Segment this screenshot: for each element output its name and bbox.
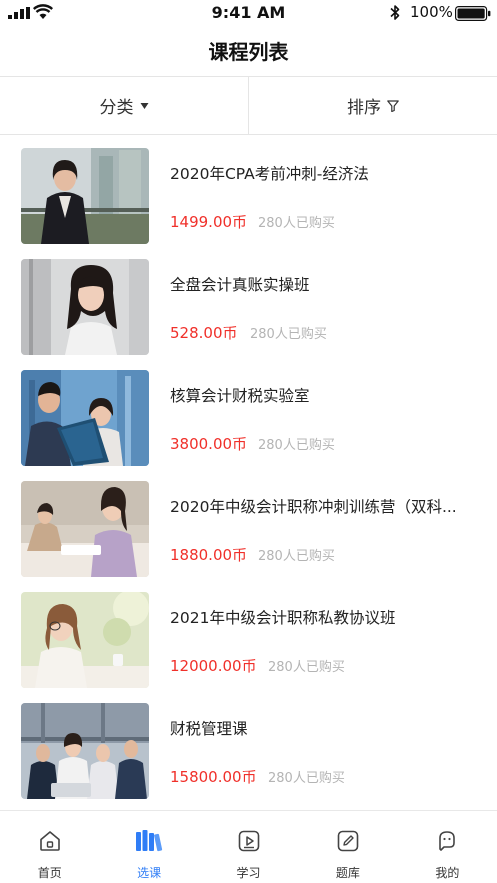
course-thumbnail bbox=[21, 703, 149, 799]
tab-profile-label: 我的 bbox=[435, 866, 460, 880]
course-buyers: 280人已购买 bbox=[250, 327, 327, 342]
course-item[interactable]: 全盘会计真账实操班 528.00币 280人已购买 bbox=[0, 259, 497, 370]
play-icon bbox=[237, 827, 261, 855]
course-price: 528.00币 bbox=[170, 324, 238, 342]
home-icon bbox=[38, 827, 62, 855]
course-buyers: 280人已购买 bbox=[268, 771, 345, 786]
course-title: 2020年CPA考前冲刺-经济法 bbox=[170, 165, 369, 183]
course-title: 财税管理课 bbox=[170, 720, 248, 738]
course-thumbnail bbox=[21, 592, 149, 688]
course-title: 2021年中级会计职称私教协议班 bbox=[170, 609, 396, 627]
edit-icon bbox=[336, 827, 360, 855]
battery-percent: 100% bbox=[410, 3, 453, 21]
profile-icon bbox=[435, 827, 459, 855]
course-buyers: 280人已购买 bbox=[258, 438, 335, 453]
page-title: 课程列表 bbox=[208, 40, 289, 64]
bluetooth-icon bbox=[390, 5, 400, 20]
tab-courses-label: 选课 bbox=[137, 866, 162, 880]
tab-bar: 首页 选课 学习 题库 我的 bbox=[0, 810, 497, 883]
course-price: 12000.00币 bbox=[170, 657, 257, 675]
course-list: 2020年CPA考前冲刺-经济法 1499.00币 280人已购买 全盘会计真账… bbox=[0, 148, 497, 814]
category-filter[interactable]: 分类 bbox=[0, 77, 248, 134]
course-title: 2020年中级会计职称冲刺训练营（双科... bbox=[170, 498, 457, 516]
category-filter-label: 分类 bbox=[99, 98, 134, 118]
course-title: 全盘会计真账实操班 bbox=[170, 276, 310, 294]
sort-filter-label: 排序 bbox=[347, 98, 381, 118]
books-icon bbox=[135, 827, 163, 855]
tab-question-bank-label: 题库 bbox=[335, 866, 360, 880]
course-price: 1499.00币 bbox=[170, 213, 248, 231]
course-buyers: 280人已购买 bbox=[268, 660, 345, 675]
course-buyers: 280人已购买 bbox=[258, 549, 335, 564]
course-title: 核算会计财税实验室 bbox=[170, 387, 310, 405]
filter-bar: 分类 排序 bbox=[0, 77, 497, 134]
course-price: 15800.00币 bbox=[170, 768, 257, 786]
tab-home[interactable]: 首页 bbox=[0, 811, 99, 883]
status-bar: 9:41 AM 100% bbox=[0, 0, 497, 26]
course-item[interactable]: 2020年中级会计职称冲刺训练营（双科... 1880.00币 280人已购买 bbox=[0, 481, 497, 592]
course-thumbnail bbox=[21, 481, 149, 577]
course-buyers: 280人已购买 bbox=[258, 216, 335, 231]
tab-study-label: 学习 bbox=[236, 866, 261, 880]
course-item[interactable]: 2021年中级会计职称私教协议班 12000.00币 280人已购买 bbox=[0, 592, 497, 703]
filter-icon bbox=[387, 99, 399, 112]
course-thumbnail bbox=[21, 148, 149, 244]
sort-filter[interactable]: 排序 bbox=[249, 77, 497, 134]
filter-bar-divider bbox=[0, 134, 497, 135]
course-thumbnail bbox=[21, 259, 149, 355]
course-item[interactable]: 2020年CPA考前冲刺-经济法 1499.00币 280人已购买 bbox=[0, 148, 497, 259]
tab-home-label: 首页 bbox=[37, 866, 62, 880]
course-item[interactable]: 核算会计财税实验室 3800.00币 280人已购买 bbox=[0, 370, 497, 481]
course-thumbnail bbox=[21, 370, 149, 466]
tab-profile[interactable]: 我的 bbox=[398, 811, 497, 883]
course-price: 3800.00币 bbox=[170, 435, 248, 453]
battery-icon bbox=[455, 6, 491, 21]
tab-question-bank[interactable]: 题库 bbox=[298, 811, 397, 883]
tab-study[interactable]: 学习 bbox=[199, 811, 298, 883]
course-price: 1880.00币 bbox=[170, 546, 248, 564]
tab-courses[interactable]: 选课 bbox=[99, 811, 198, 883]
caret-down-icon bbox=[140, 102, 149, 110]
course-item[interactable]: 财税管理课 15800.00币 280人已购买 bbox=[0, 703, 497, 814]
